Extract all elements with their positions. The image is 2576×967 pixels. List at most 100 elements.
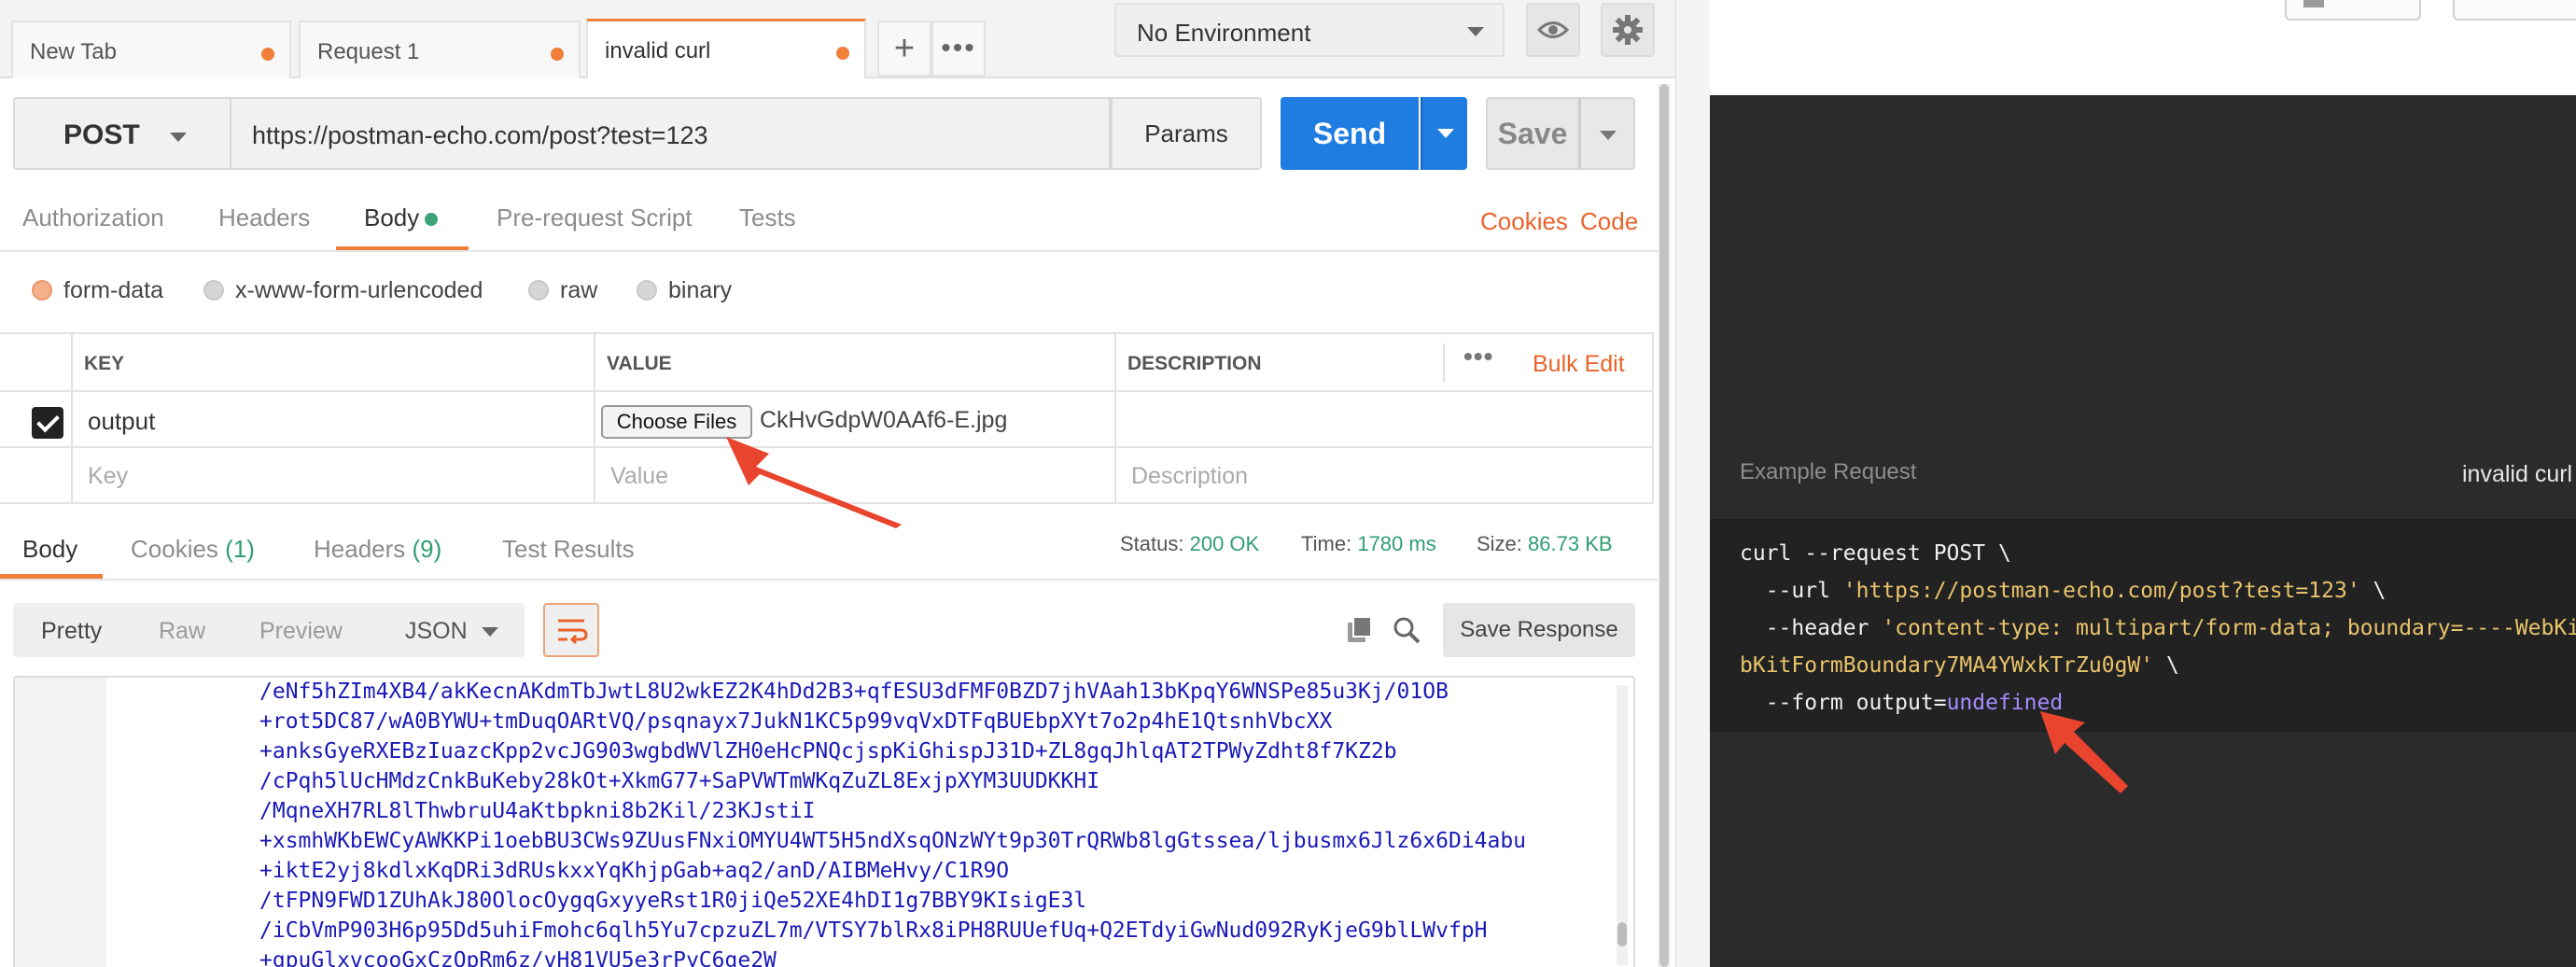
more-icon: ••• — [941, 33, 976, 63]
tab-new-tab[interactable]: New Tab — [11, 21, 291, 78]
radio-raw[interactable]: raw — [528, 276, 597, 304]
key-placeholder: Key — [88, 463, 129, 489]
chevron-down-icon — [482, 627, 498, 637]
tab-authorization[interactable]: Authorization — [22, 203, 164, 232]
code-link[interactable]: Code — [1580, 207, 1638, 236]
tab-test-results[interactable]: Test Results — [502, 535, 635, 564]
example-request-label: Example Request — [1740, 459, 1917, 484]
radio-form-data[interactable]: form-data — [32, 276, 163, 304]
save-response-button[interactable]: Save Response — [1443, 603, 1635, 657]
send-dropdown-button[interactable] — [1421, 97, 1467, 170]
gear-icon — [1613, 15, 1643, 45]
radio-binary[interactable]: binary — [637, 276, 732, 304]
send-button[interactable]: Send — [1281, 97, 1419, 170]
scrollbar-thumb[interactable] — [1659, 84, 1669, 967]
tab-request-1[interactable]: Request 1 — [299, 21, 581, 78]
method-select[interactable]: POST — [13, 97, 231, 170]
list-icon — [2303, 0, 2324, 7]
tab-response-headers[interactable]: Headers (9) — [314, 535, 441, 564]
code-token: \ — [2359, 579, 2387, 603]
manage-environments-button[interactable] — [1601, 3, 1655, 57]
toolbar-button[interactable] — [2285, 0, 2421, 21]
table-header-key: KEY — [73, 334, 595, 392]
wrap-lines-button[interactable] — [543, 603, 599, 657]
row-key: output — [88, 407, 156, 435]
save-button[interactable]: Save — [1486, 97, 1579, 170]
tab-body[interactable]: Body — [364, 203, 419, 232]
params-button[interactable]: Params — [1111, 97, 1262, 170]
status-readout: Status: 200 OK — [1120, 532, 1259, 556]
code-token: \ — [2153, 653, 2179, 678]
code-string: 'https://postman-echo.com/post?test=123' — [1842, 579, 2360, 603]
environment-quick-look-button[interactable] — [1526, 3, 1580, 57]
size-value: 86.73 KB — [1528, 532, 1613, 555]
code-token: --url — [1740, 579, 1843, 603]
code-line: --url 'https://postman-echo.com/post?tes… — [1740, 579, 2387, 603]
new-tab-button[interactable]: + — [877, 21, 931, 77]
response-code-line: +rot5DC87/wA0BYWU+tmDuqOARtVQ/psqnayx7Ju… — [259, 709, 1333, 734]
headers-count: (9) — [412, 535, 442, 563]
format-select[interactable]: JSON — [388, 603, 525, 657]
unsaved-dot-icon — [551, 48, 564, 61]
row-description-cell[interactable] — [1116, 392, 1654, 448]
new-description-input[interactable]: Description — [1116, 448, 1654, 504]
tab-label: Headers — [314, 535, 406, 563]
code-line: --form output=undefined — [1740, 691, 2064, 715]
code-token: --form output= — [1740, 691, 1947, 715]
environment-label: No Environment — [1137, 19, 1311, 47]
radio-indicator — [32, 280, 52, 301]
table-header-description: DESCRIPTION ••• Bulk Edit — [1116, 334, 1654, 392]
scrollbar-thumb[interactable] — [1617, 922, 1627, 946]
more-icon[interactable]: ••• — [1463, 342, 1493, 371]
bulk-edit-link[interactable]: Bulk Edit — [1533, 351, 1625, 378]
response-code-line: /MqneXH7RL8lThwbruU4aKtbpkni8b2Kil/23KJs… — [259, 799, 816, 823]
search-icon[interactable] — [1391, 614, 1422, 646]
response-code-line: /eNf5hZIm4XB4/akKecnAKdmTbJwtL8U2wkEZ2K4… — [259, 680, 1449, 704]
method-label: POST — [63, 119, 140, 150]
new-row-checkbox-cell — [0, 448, 73, 504]
tab-options-button[interactable]: ••• — [931, 21, 986, 77]
header-key-label: KEY — [84, 353, 125, 374]
tab-pre-request-script[interactable]: Pre-request Script — [497, 203, 693, 232]
url-input[interactable]: https://postman-echo.com/post?test=123 — [231, 97, 1111, 170]
view-pretty-button[interactable]: Pretty — [41, 618, 102, 645]
code-string: bKitFormBoundary7MA4YWxkTrZu0gW' — [1740, 653, 2154, 678]
toolbar-button[interactable] — [2453, 0, 2576, 21]
body-active-dot-icon — [425, 213, 438, 226]
radio-label: binary — [668, 276, 733, 303]
annotation-arrow-icon — [2040, 711, 2128, 793]
environment-select[interactable]: No Environment — [1114, 3, 1505, 57]
tab-response-cookies[interactable]: Cookies (1) — [131, 535, 255, 564]
size-readout: Size: 86.73 KB — [1477, 532, 1613, 556]
row-enabled-checkbox[interactable] — [32, 407, 63, 439]
wrap-lines-icon — [558, 619, 588, 645]
radio-label: form-data — [63, 276, 163, 303]
radio-label: raw — [560, 276, 598, 303]
radio-x-www-form-urlencoded[interactable]: x-www-form-urlencoded — [203, 276, 483, 304]
tab-invalid-curl[interactable]: invalid curl — [586, 19, 866, 78]
tab-headers[interactable]: Headers — [218, 203, 310, 232]
copy-icon[interactable] — [1344, 614, 1376, 646]
main-scrollbar[interactable] — [1658, 84, 1671, 967]
view-preview-button[interactable]: Preview — [259, 618, 343, 645]
curl-code-block[interactable]: curl --request POST \ --url 'https://pos… — [1710, 519, 2576, 732]
radio-indicator — [528, 280, 549, 301]
save-dropdown-button[interactable] — [1579, 97, 1635, 170]
response-code-line: +iktE2yj8kdlxKqDRi3dRUskxxYqKhjpGab+aq2/… — [259, 859, 1010, 883]
url-value: https://postman-echo.com/post?test=123 — [252, 121, 708, 149]
tab-tests[interactable]: Tests — [739, 203, 796, 232]
tab-label: Cookies — [131, 535, 218, 563]
row-key-cell[interactable]: output — [73, 392, 595, 448]
cookies-link[interactable]: Cookies — [1480, 207, 1568, 236]
unsaved-dot-icon — [261, 48, 274, 61]
chevron-down-icon — [1600, 131, 1617, 140]
panel-header — [1710, 0, 2576, 95]
response-scrollbar[interactable] — [1617, 685, 1628, 965]
divider — [0, 250, 1659, 252]
response-code-line: +anksGyeRXEBzIuazcKpp2vcJG903wgbdWVlZH0e… — [259, 739, 1397, 764]
new-key-input[interactable]: Key — [73, 448, 595, 504]
view-raw-button[interactable]: Raw — [159, 618, 205, 645]
tab-response-body[interactable]: Body — [22, 535, 77, 564]
example-request-name: invalid curl — [2462, 461, 2573, 487]
response-code-line: +xsmhWKbEWCyAWKKPi1oebBU3CWs9ZUusFNxiOMY… — [259, 829, 1527, 853]
